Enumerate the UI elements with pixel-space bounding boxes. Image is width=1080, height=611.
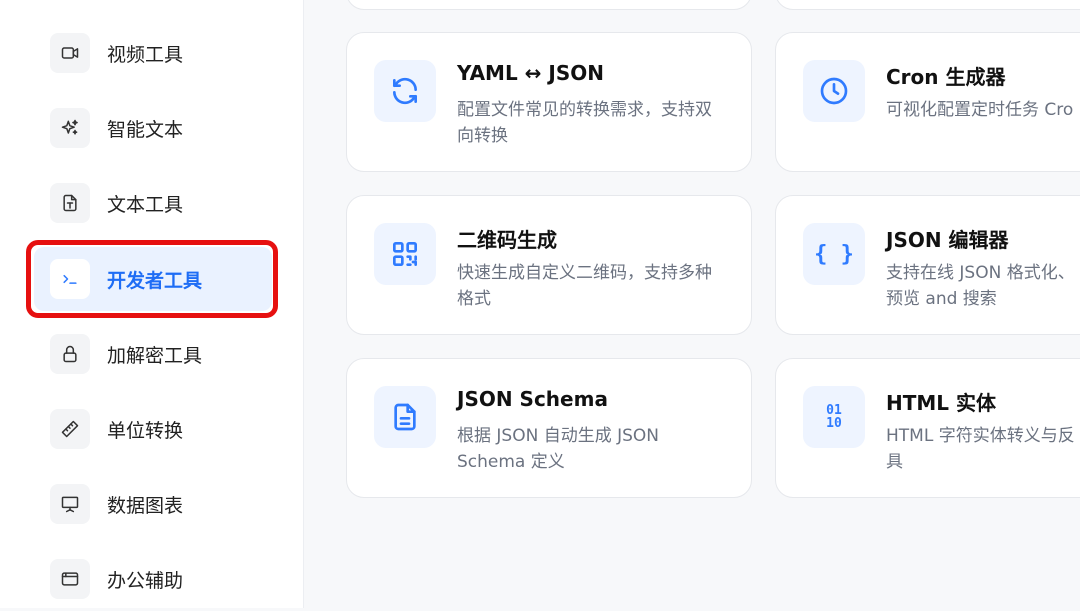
browser-window-icon [50, 559, 90, 599]
card-description: 快速生成自定义二维码，支持多种格式 [457, 263, 712, 309]
sidebar-item-label: 办公辅助 [107, 569, 184, 592]
sidebar-item-label: 智能文本 [107, 118, 184, 141]
terminal-icon [50, 259, 90, 299]
tool-card-json-schema[interactable]: JSON Schema 根据 JSON 自动生成 JSON Schema 定义 [346, 358, 752, 498]
card-title: Cron 生成器 [886, 65, 1006, 89]
card-title: 二维码生成 [457, 228, 557, 252]
sidebar-item-label: 文本工具 [107, 193, 184, 216]
card-description: 配置文件常见的转换需求，支持双向转换 [457, 100, 712, 146]
sidebar-item-label: 单位转换 [107, 419, 184, 442]
card-title: YAML ↔ JSON [457, 61, 604, 85]
card-description: 根据 JSON 自动生成 JSON Schema 定义 [457, 426, 660, 472]
card-description: 可视化配置定时任务 Cro [886, 100, 1074, 120]
sidebar: 视频工具 智能文本 文本工具 开发者工具 加解密工具 单位转换 数据图表 办公辅… [0, 0, 304, 608]
sidebar-item-label: 开发者工具 [107, 269, 203, 292]
tool-card-html-entity[interactable]: 01 10 HTML 实体 HTML 字符实体转义与反具 [775, 358, 1080, 498]
sidebar-item-smart-text[interactable]: 智能文本 [34, 96, 272, 160]
tool-card-json-editor[interactable]: { } JSON 编辑器 支持在线 JSON 格式化、预览 and 搜索 [775, 195, 1080, 335]
card-title: HTML 实体 [886, 391, 996, 415]
tool-card-yaml-json[interactable]: YAML ↔ JSON 配置文件常见的转换需求，支持双向转换 [346, 32, 752, 172]
sidebar-item-developer-tools[interactable]: 开发者工具 [34, 247, 272, 311]
tool-card-qr-code[interactable]: 二维码生成 快速生成自定义二维码，支持多种格式 [346, 195, 752, 335]
clock-icon [803, 60, 865, 122]
tool-card-cron[interactable]: Cron 生成器 可视化配置定时任务 Cro [775, 32, 1080, 172]
binary-icon: 01 10 [803, 386, 865, 448]
lock-icon [50, 334, 90, 374]
sidebar-item-data-charts[interactable]: 数据图表 [34, 472, 272, 536]
sidebar-item-office-assist[interactable]: 办公辅助 [34, 547, 272, 611]
document-icon [374, 386, 436, 448]
sidebar-item-label: 加解密工具 [107, 344, 203, 367]
file-text-icon [50, 183, 90, 223]
sidebar-item-label: 视频工具 [107, 43, 184, 66]
tool-card[interactable] [775, 0, 1080, 10]
qr-code-icon [374, 223, 436, 285]
presentation-chart-icon [50, 484, 90, 524]
card-title: JSON Schema [457, 387, 608, 411]
video-icon [50, 33, 90, 73]
sidebar-item-text-tools[interactable]: 文本工具 [34, 171, 272, 235]
card-description: HTML 字符实体转义与反具 [886, 426, 1075, 472]
braces-icon: { } [803, 223, 865, 285]
card-description: 支持在线 JSON 格式化、预览 and 搜索 [886, 263, 1075, 309]
refresh-icon [374, 60, 436, 122]
sidebar-item-crypto-tools[interactable]: 加解密工具 [34, 322, 272, 386]
sparkles-icon [50, 108, 90, 148]
tool-card-grid: YAML ↔ JSON 配置文件常见的转换需求，支持双向转换 Cron 生成器 … [304, 0, 1080, 608]
ruler-icon [50, 409, 90, 449]
sidebar-item-unit-conversion[interactable]: 单位转换 [34, 397, 272, 461]
sidebar-item-label: 数据图表 [107, 494, 184, 517]
card-title: JSON 编辑器 [886, 228, 1009, 252]
tool-card[interactable] [346, 0, 752, 10]
sidebar-item-video-tools[interactable]: 视频工具 [34, 21, 272, 85]
